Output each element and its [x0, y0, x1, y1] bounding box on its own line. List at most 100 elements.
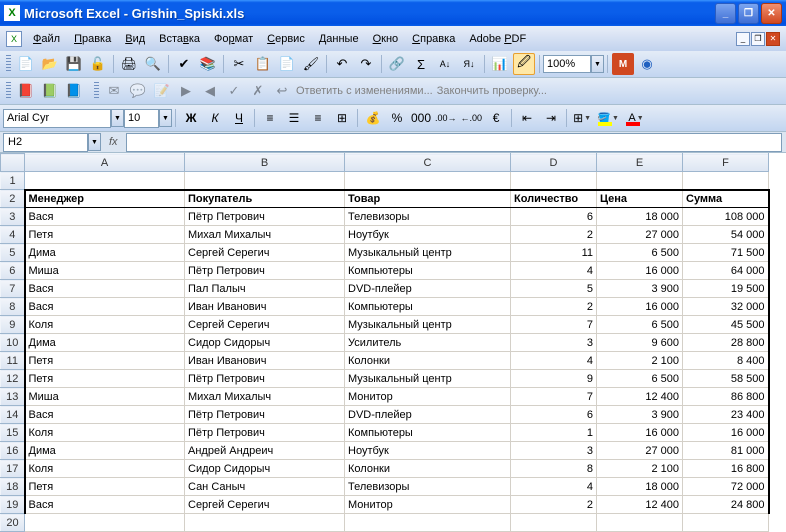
cell[interactable]: 18 000 — [597, 208, 683, 226]
doc-minimize-button[interactable]: _ — [736, 32, 750, 46]
cell[interactable]: Михал Михалыч — [185, 388, 345, 406]
cell[interactable]: 18 000 — [597, 478, 683, 496]
cell[interactable]: DVD-плейер — [345, 280, 511, 298]
cell[interactable]: Коля — [25, 424, 185, 442]
cell[interactable]: 6 500 — [597, 370, 683, 388]
preview-button[interactable]: 🔍 — [142, 53, 164, 75]
row-header[interactable]: 15 — [1, 424, 25, 442]
print-button[interactable]: 🖨 — [118, 53, 140, 75]
size-dropdown[interactable]: ▼ — [159, 109, 172, 127]
toolbar-grip[interactable] — [94, 82, 99, 100]
cell[interactable]: Коля — [25, 460, 185, 478]
col-header-C[interactable]: C — [345, 154, 511, 172]
cell[interactable]: 72 000 — [683, 478, 769, 496]
cell[interactable]: Иван Иванович — [185, 298, 345, 316]
col-header-E[interactable]: E — [597, 154, 683, 172]
row-header[interactable]: 13 — [1, 388, 25, 406]
cut-button[interactable]: ✂ — [228, 53, 250, 75]
row-header[interactable]: 8 — [1, 298, 25, 316]
permission-button[interactable]: 🔓 — [87, 53, 109, 75]
cell[interactable]: 7 — [511, 316, 597, 334]
cell[interactable]: Андрей Андреич — [185, 442, 345, 460]
cell[interactable]: DVD-плейер — [345, 406, 511, 424]
cell[interactable]: 3 900 — [597, 406, 683, 424]
sort-asc-button[interactable]: А↓ — [434, 53, 456, 75]
menu-вставка[interactable]: Вставка — [152, 30, 207, 48]
cell[interactable]: Количество — [511, 190, 597, 208]
cell[interactable]: Сергей Серегич — [185, 496, 345, 514]
cell[interactable]: Телевизоры — [345, 208, 511, 226]
cell[interactable]: 1 — [511, 424, 597, 442]
row-header[interactable]: 9 — [1, 316, 25, 334]
formula-bar[interactable] — [126, 133, 782, 152]
row-header[interactable]: 10 — [1, 334, 25, 352]
cell[interactable]: Усилитель — [345, 334, 511, 352]
col-header-B[interactable]: B — [185, 154, 345, 172]
cell[interactable]: 2 — [511, 226, 597, 244]
cell[interactable]: Колонки — [345, 460, 511, 478]
cell[interactable]: 86 800 — [683, 388, 769, 406]
minimize-button[interactable]: _ — [715, 3, 736, 24]
dec-decimal-button[interactable]: ←.00 — [460, 107, 484, 129]
cell[interactable]: 16 000 — [683, 424, 769, 442]
cell[interactable]: 11 — [511, 244, 597, 262]
cell[interactable]: 45 500 — [683, 316, 769, 334]
cell[interactable]: 19 500 — [683, 280, 769, 298]
doc-restore-button[interactable]: ❐ — [751, 32, 765, 46]
cell[interactable]: 27 000 — [597, 442, 683, 460]
cell[interactable]: Покупатель — [185, 190, 345, 208]
align-left-button[interactable]: ≡ — [259, 107, 281, 129]
zoom-dropdown[interactable]: ▼ — [591, 55, 604, 73]
cell[interactable]: Менеджер — [25, 190, 185, 208]
font-color-button[interactable]: A▼ — [622, 107, 650, 129]
inc-decimal-button[interactable]: .00→ — [434, 107, 458, 129]
cell[interactable]: 6 — [511, 208, 597, 226]
cell[interactable]: 4 — [511, 262, 597, 280]
fx-label[interactable]: fx — [101, 136, 126, 148]
cell[interactable]: 54 000 — [683, 226, 769, 244]
borders-button[interactable]: ⊞▼ — [571, 107, 593, 129]
cell[interactable]: Пётр Петрович — [185, 370, 345, 388]
cell[interactable]: 2 100 — [597, 352, 683, 370]
spellcheck-button[interactable]: ✔ — [173, 53, 195, 75]
cell[interactable]: 9 600 — [597, 334, 683, 352]
cell[interactable]: 3 900 — [597, 280, 683, 298]
menu-правка[interactable]: Правка — [67, 30, 118, 48]
workbook-icon[interactable]: X — [6, 31, 22, 47]
cell[interactable]: Пётр Петрович — [185, 208, 345, 226]
dec-indent-button[interactable]: ⇤ — [516, 107, 538, 129]
row-header[interactable]: 18 — [1, 478, 25, 496]
cell[interactable]: 12 400 — [597, 496, 683, 514]
cell[interactable]: 16 000 — [597, 262, 683, 280]
cell[interactable]: Сумма — [683, 190, 769, 208]
cell[interactable]: Сергей Серегич — [185, 316, 345, 334]
font-dropdown[interactable]: ▼ — [111, 109, 124, 127]
percent-button[interactable]: % — [386, 107, 408, 129]
cell[interactable]: 4 — [511, 478, 597, 496]
menu-формат[interactable]: Формат — [207, 30, 260, 48]
cell[interactable]: Сан Саныч — [185, 478, 345, 496]
menu-данные[interactable]: Данные — [312, 30, 366, 48]
cell[interactable]: 3 — [511, 442, 597, 460]
row-header[interactable]: 7 — [1, 280, 25, 298]
menu-сервис[interactable]: Сервис — [260, 30, 312, 48]
cell[interactable]: 28 800 — [683, 334, 769, 352]
row-header[interactable]: 16 — [1, 442, 25, 460]
cell[interactable]: 7 — [511, 388, 597, 406]
cell[interactable]: 9 — [511, 370, 597, 388]
cell[interactable]: 5 — [511, 280, 597, 298]
new-button[interactable]: 📄 — [15, 53, 37, 75]
cell[interactable]: 16 000 — [597, 424, 683, 442]
toolbar-grip[interactable] — [6, 55, 11, 73]
row-header[interactable]: 17 — [1, 460, 25, 478]
cell[interactable]: Телевизоры — [345, 478, 511, 496]
cell[interactable]: 64 000 — [683, 262, 769, 280]
menu-окно[interactable]: Окно — [366, 30, 406, 48]
name-box[interactable] — [3, 133, 88, 152]
cell[interactable]: 6 500 — [597, 244, 683, 262]
col-header-D[interactable]: D — [511, 154, 597, 172]
cell[interactable]: 71 500 — [683, 244, 769, 262]
bold-button[interactable]: Ж — [180, 107, 202, 129]
align-center-button[interactable]: ☰ — [283, 107, 305, 129]
cell[interactable]: 2 — [511, 298, 597, 316]
